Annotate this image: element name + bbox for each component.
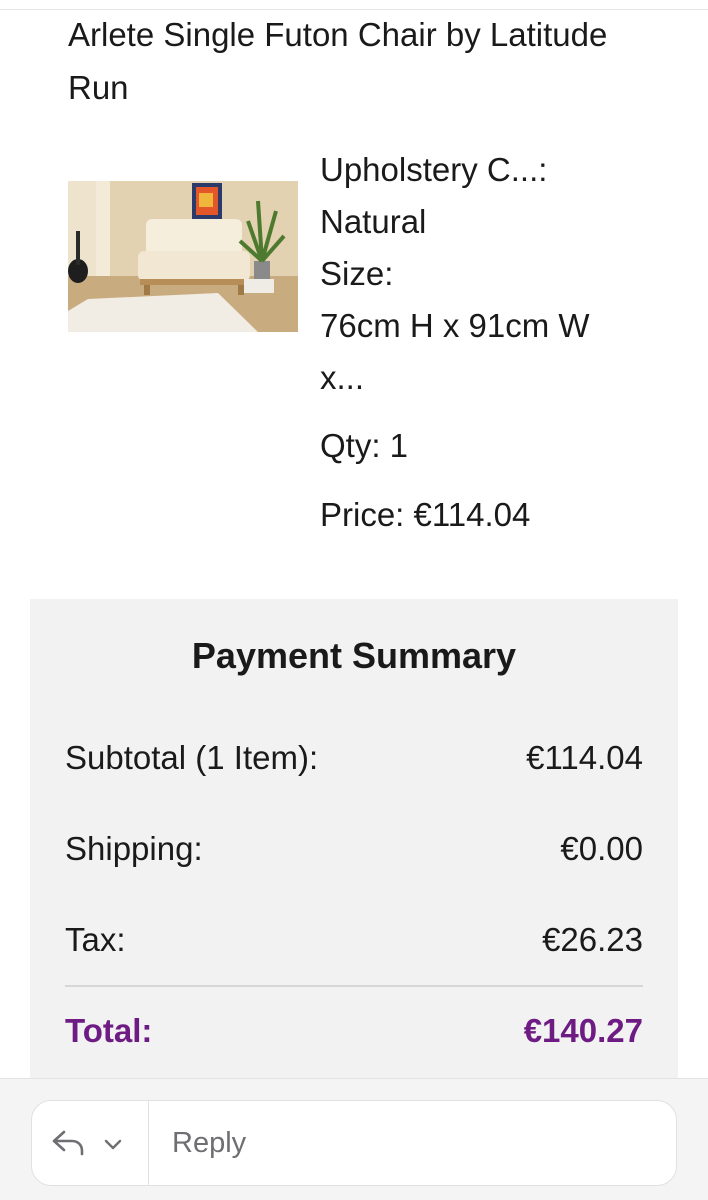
total-value: €140.27 — [523, 1012, 643, 1049]
upholstery-label: Upholstery C...: — [320, 151, 548, 188]
upholstery-value: Natural — [320, 203, 427, 240]
subtotal-label: Subtotal (1 Item): — [65, 739, 319, 776]
email-message-view: Arlete Single Futon Chair by Latitude Ru… — [0, 0, 708, 1200]
tax-row: Tax: €26.23 — [65, 918, 643, 962]
size-value: 76cm H x 91cm W — [320, 307, 590, 344]
product-details: Upholstery C...: Natural Size: 76cm H x … — [320, 144, 680, 533]
reply-toolbar: Reply — [0, 1078, 708, 1200]
reply-field[interactable]: Reply — [31, 1100, 677, 1186]
payment-summary: Payment Summary Subtotal (1 Item): €114.… — [30, 599, 678, 1079]
product-title[interactable]: Arlete Single Futon Chair by Latitude Ru… — [68, 8, 628, 114]
reply-options-button[interactable] — [32, 1101, 149, 1185]
total-row: Total: €140.27 — [65, 1009, 643, 1053]
quantity: Qty: 1 — [320, 427, 409, 464]
price: Price: €114.04 — [320, 496, 531, 533]
product-image[interactable] — [68, 181, 298, 332]
subtotal-value: €114.04 — [526, 739, 643, 776]
payment-summary-title: Payment Summary — [191, 635, 517, 676]
size-label: Size: — [320, 255, 394, 292]
size-value-continued: x... — [320, 359, 365, 396]
summary-divider — [65, 985, 643, 987]
tax-value: €26.23 — [542, 921, 643, 958]
subtotal-row: Subtotal (1 Item): €114.04 — [65, 736, 643, 780]
shipping-row: Shipping: €0.00 — [65, 827, 643, 871]
shipping-label: Shipping: — [65, 830, 203, 867]
chevron-down-icon — [104, 1139, 122, 1150]
shipping-value: €0.00 — [560, 830, 643, 867]
total-label: Total: — [65, 1012, 153, 1049]
futon-chair-photo — [68, 181, 298, 332]
reply-arrow-icon — [52, 1130, 84, 1156]
reply-placeholder[interactable]: Reply — [172, 1101, 246, 1185]
tax-label: Tax: — [65, 921, 126, 958]
